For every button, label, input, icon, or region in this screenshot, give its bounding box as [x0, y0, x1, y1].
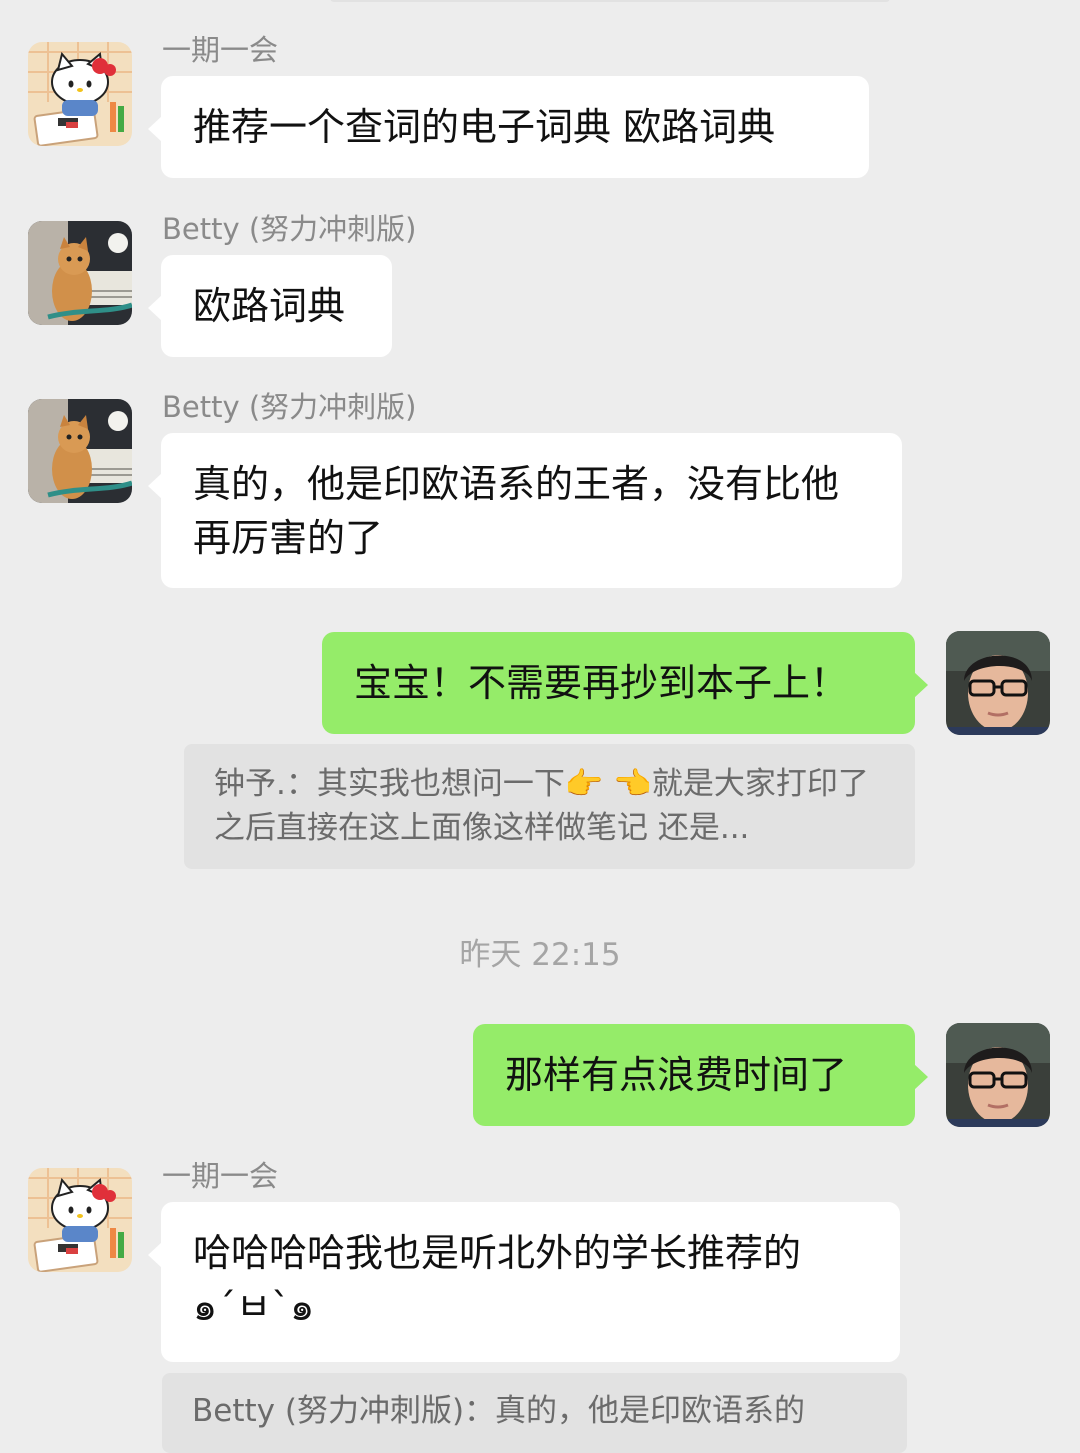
self-avatar[interactable]	[946, 1023, 1050, 1127]
cat-avatar[interactable]	[28, 399, 132, 503]
quoted-message[interactable]: Betty (努力冲刺版)：真的，他是印欧语系的	[162, 1373, 907, 1453]
sender-name: 一期一会	[162, 1159, 279, 1193]
sender-name: 一期一会	[162, 33, 279, 67]
quoted-message[interactable]: 钟予.：其实我也想问一下👉 👈就是大家打印了之后直接在这上面像这样做笔记 还是.…	[184, 744, 915, 869]
cat-avatar[interactable]	[28, 221, 132, 325]
sender-name: Betty (努力冲刺版)	[162, 390, 417, 424]
previous-quote-edge	[330, 0, 890, 2]
message-bubble-outgoing[interactable]: 宝宝！不需要再抄到本子上！	[322, 632, 928, 734]
hello-kitty-avatar[interactable]	[28, 42, 132, 146]
sender-name: Betty (努力冲刺版)	[162, 212, 417, 246]
timestamp: 昨天 22:15	[459, 937, 621, 973]
message-bubble[interactable]: 真的，他是印欧语系的王者，没有比他再厉害的了	[148, 433, 902, 588]
message-bubble[interactable]: 欧路词典	[148, 255, 392, 357]
message-bubble[interactable]: 哈哈哈哈我也是听北外的学长推荐的 ๑´ㅂ`๑	[148, 1202, 900, 1362]
chat-message-list[interactable]: 一期一会 推荐一个查词的电子词典 欧路词典 Betty (努力冲刺版) 欧路词典	[0, 0, 1080, 1453]
message-bubble[interactable]: 推荐一个查词的电子词典 欧路词典	[148, 76, 869, 178]
message-bubble-outgoing[interactable]: 那样有点浪费时间了	[473, 1024, 928, 1126]
self-avatar[interactable]	[946, 631, 1050, 735]
hello-kitty-avatar[interactable]	[28, 1168, 132, 1272]
